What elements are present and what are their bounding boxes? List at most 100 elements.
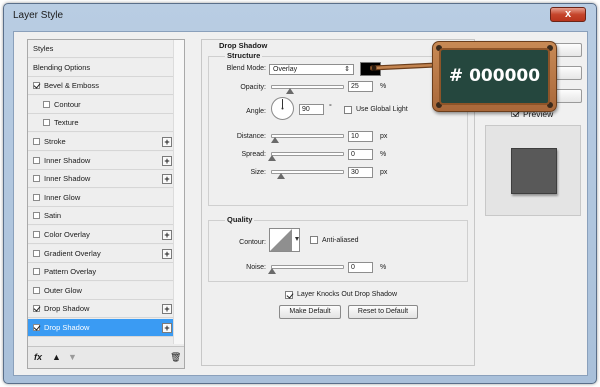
list-scrollbar[interactable] <box>173 40 184 344</box>
callout-board: # 000000 <box>439 48 550 105</box>
angle-dial[interactable] <box>270 96 295 121</box>
style-checkbox[interactable] <box>33 138 40 145</box>
style-checkbox[interactable] <box>33 305 40 313</box>
style-list-item[interactable]: Outer Glow <box>28 281 175 300</box>
arrow-down-icon[interactable]: ▼ <box>68 352 77 362</box>
style-list-item[interactable]: Satin <box>28 207 175 226</box>
style-checkbox[interactable] <box>33 286 40 294</box>
add-style-icon[interactable]: + <box>162 137 172 147</box>
size-unit: px <box>380 169 388 176</box>
style-list-item[interactable]: Stroke + <box>28 133 175 151</box>
noise-unit: % <box>380 264 387 271</box>
style-checkbox[interactable] <box>33 156 40 164</box>
arrow-up-icon[interactable]: ▲ <box>52 352 61 362</box>
contour-picker[interactable] <box>269 228 300 252</box>
section-title: Drop Shadow <box>219 41 268 50</box>
style-list-item[interactable]: Drop Shadow + <box>28 300 175 319</box>
noise-slider-thumb[interactable] <box>268 268 276 274</box>
add-style-icon[interactable]: + <box>162 304 172 315</box>
reset-to-default-button[interactable]: Reset to Default <box>348 305 418 319</box>
style-checkbox[interactable] <box>43 119 50 127</box>
style-list-item-label: Drop Shadow <box>44 304 90 314</box>
make-default-button[interactable]: Make Default <box>279 305 341 319</box>
size-input[interactable]: 30 <box>348 167 373 178</box>
style-checkbox[interactable] <box>33 175 40 183</box>
window-title: Layer Style <box>13 10 64 21</box>
styles-list: Styles Blending Options Bevel & Emboss Cont… <box>27 39 185 369</box>
spread-slider-thumb[interactable] <box>268 155 276 161</box>
style-list-item-label: Inner Glow <box>44 192 81 202</box>
distance-label: Distance: <box>236 133 266 140</box>
style-checkbox[interactable] <box>33 193 40 201</box>
style-list-item[interactable]: Texture <box>28 114 175 133</box>
style-list-item-label: Satin <box>44 211 62 221</box>
size-label: Size: <box>250 169 266 176</box>
distance-unit: px <box>380 133 388 140</box>
size-slider-thumb[interactable] <box>276 173 285 179</box>
structure-group: Structure Blend Mode: Overlay ⇕ Opacity:… <box>208 51 468 206</box>
noise-input[interactable]: 0 <box>348 262 373 273</box>
distance-slider-thumb[interactable] <box>270 137 279 143</box>
add-style-icon[interactable]: + <box>162 155 172 166</box>
distance-slider[interactable] <box>270 134 344 143</box>
style-list-item[interactable]: Blending Options <box>28 58 175 77</box>
style-checkbox[interactable] <box>33 249 40 257</box>
style-list-item-label: Texture <box>54 118 79 128</box>
style-checkbox[interactable] <box>33 82 40 90</box>
style-list-item-label: Color Overlay <box>44 230 90 239</box>
spread-label: Spread: <box>241 151 266 158</box>
style-list-item[interactable]: Bevel & Emboss <box>28 77 175 96</box>
fx-button[interactable]: fx <box>34 352 42 362</box>
callout-text: # 000000 <box>448 66 541 86</box>
spread-unit: % <box>380 151 387 158</box>
add-style-icon[interactable]: + <box>162 174 172 185</box>
close-button[interactable]: x <box>550 7 586 22</box>
spread-slider[interactable] <box>268 152 344 161</box>
structure-title: Structure <box>225 51 263 60</box>
style-list-item-label: Drop Shadow <box>44 323 90 332</box>
use-global-light-checkbox[interactable] <box>344 106 352 114</box>
style-list-item[interactable]: Color Overlay + <box>28 226 175 244</box>
style-list-item[interactable]: Inner Shadow + <box>28 151 175 170</box>
add-style-icon[interactable]: + <box>162 323 172 333</box>
style-list-item[interactable]: Drop Shadow + <box>28 319 175 337</box>
preview-swatch <box>511 148 557 194</box>
layer-knockout-checkbox[interactable] <box>285 291 293 299</box>
style-checkbox[interactable] <box>33 268 40 276</box>
style-list-item-label: Contour <box>54 99 81 109</box>
style-list-item[interactable]: Styles <box>28 40 175 58</box>
list-footer: fx ▲ ▼ 🗑 <box>28 346 184 368</box>
opacity-slider-thumb[interactable] <box>285 88 294 94</box>
angle-input[interactable]: 90 <box>299 104 324 115</box>
style-list-item[interactable]: Inner Shadow + <box>28 170 175 189</box>
style-checkbox[interactable] <box>33 231 40 238</box>
opacity-unit: % <box>380 83 387 90</box>
style-list-item[interactable]: Gradient Overlay + <box>28 244 175 263</box>
style-list-item-label: Blending Options <box>33 62 91 72</box>
spread-input[interactable]: 0 <box>348 149 373 160</box>
style-list-item[interactable]: Contour <box>28 95 175 114</box>
style-checkbox[interactable] <box>33 212 40 220</box>
layer-knockout-label: Layer Knocks Out Drop Shadow <box>297 291 397 298</box>
blend-mode-select[interactable]: Overlay ⇕ <box>269 64 354 75</box>
title-bar: Layer Style x <box>4 4 596 30</box>
opacity-input[interactable]: 25 <box>348 81 373 92</box>
color-callout-sign: # 000000 <box>432 41 557 112</box>
preview-box <box>485 125 581 216</box>
layer-style-window: Layer Style x Styles Blending Options Beve… <box>3 3 597 384</box>
anti-aliased-checkbox[interactable] <box>310 236 318 244</box>
size-slider[interactable] <box>271 170 344 179</box>
style-list-item[interactable]: Inner Glow <box>28 188 175 207</box>
noise-slider[interactable] <box>268 265 344 274</box>
distance-input[interactable]: 10 <box>348 131 373 142</box>
trash-icon[interactable]: 🗑 <box>170 352 181 363</box>
style-list-item[interactable]: Pattern Overlay <box>28 263 175 282</box>
style-list-item-label: Pattern Overlay <box>44 267 97 277</box>
style-checkbox[interactable] <box>43 100 50 108</box>
style-list-item-label: Bevel & Emboss <box>44 81 100 91</box>
add-style-icon[interactable]: + <box>162 230 172 240</box>
opacity-slider[interactable] <box>271 85 344 94</box>
style-checkbox[interactable] <box>33 324 40 331</box>
style-list-item-label: Gradient Overlay <box>44 248 101 258</box>
add-style-icon[interactable]: + <box>162 248 172 259</box>
